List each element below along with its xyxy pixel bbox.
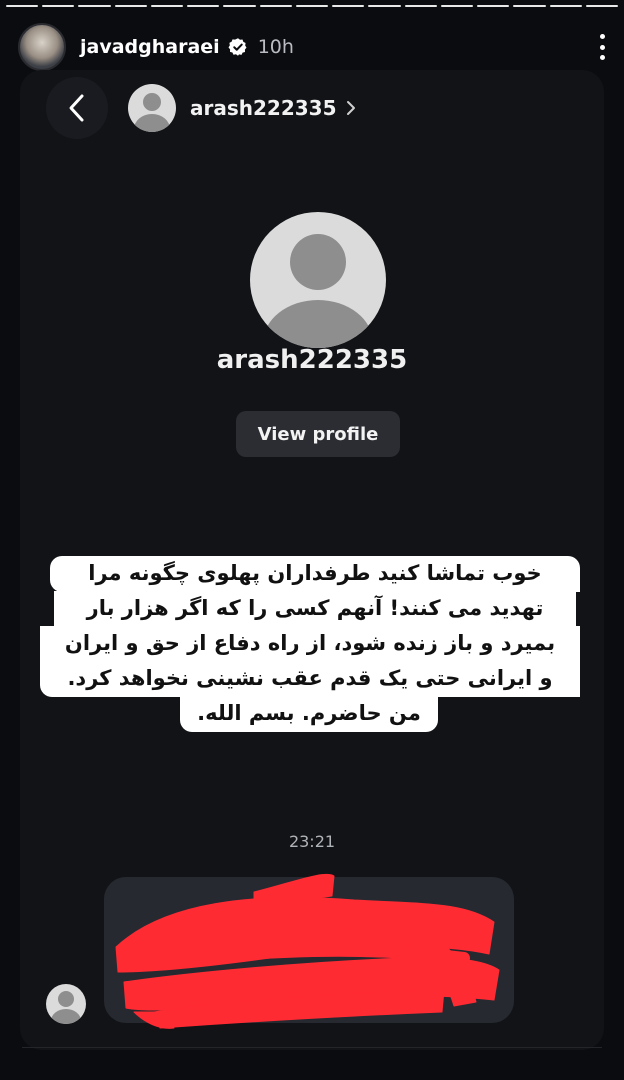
progress-segment xyxy=(585,5,618,7)
progress-segment xyxy=(440,5,474,7)
story-time: 10h xyxy=(257,36,294,58)
caption-line: من حاضرم. بسم الله. xyxy=(180,696,438,732)
dm-user-avatar[interactable] xyxy=(128,84,176,132)
chevron-left-icon xyxy=(69,94,84,122)
caption-line: خوب تماشا کنید طرفداران پهلوی چگونه مرا xyxy=(50,556,580,592)
progress-segment xyxy=(513,5,546,7)
progress-segment xyxy=(549,5,582,7)
story-username[interactable]: javadgharaei xyxy=(80,36,220,58)
caption-line: بمیرد و باز زنده شود، از راه دفاع از حق … xyxy=(40,626,580,662)
story-header: javadgharaei 10h xyxy=(18,22,606,72)
progress-segment xyxy=(78,5,111,7)
verified-badge-icon xyxy=(228,38,247,56)
story-progress-bar xyxy=(6,5,618,7)
sender-avatar[interactable] xyxy=(46,984,86,1024)
progress-segment xyxy=(150,5,184,7)
progress-segment xyxy=(368,5,401,7)
dm-header: arash222335 xyxy=(46,77,584,139)
profile-username: arash222335 xyxy=(216,345,408,375)
caption-line: تهدید می کنند! آنهم کسی را که اگر هزار ب… xyxy=(54,591,576,627)
view-profile-button[interactable]: View profile xyxy=(236,411,400,457)
progress-segment xyxy=(187,5,220,7)
progress-segment xyxy=(477,5,510,7)
redaction-scribble xyxy=(115,873,500,1029)
story-user-avatar[interactable] xyxy=(18,23,66,71)
progress-segment xyxy=(223,5,256,7)
message-timestamp: 23:21 xyxy=(288,832,336,851)
footer-divider xyxy=(22,1047,602,1048)
story-caption: خوب تماشا کنید طرفداران پهلوی چگونه مرا … xyxy=(40,556,580,738)
more-vertical-icon[interactable] xyxy=(598,34,606,60)
chevron-right-icon[interactable] xyxy=(345,99,357,117)
caption-line: و ایرانی حتی یک قدم عقب نشینی نخواهد کرد… xyxy=(40,661,580,697)
profile-avatar[interactable] xyxy=(250,212,386,348)
progress-segment xyxy=(332,5,365,7)
dm-username[interactable]: arash222335 xyxy=(190,96,337,120)
back-button[interactable] xyxy=(46,77,108,139)
progress-segment xyxy=(6,5,39,7)
progress-segment xyxy=(295,5,329,7)
progress-segment xyxy=(259,5,292,7)
progress-segment xyxy=(404,5,437,7)
progress-segment xyxy=(42,5,75,7)
progress-segment xyxy=(114,5,147,7)
